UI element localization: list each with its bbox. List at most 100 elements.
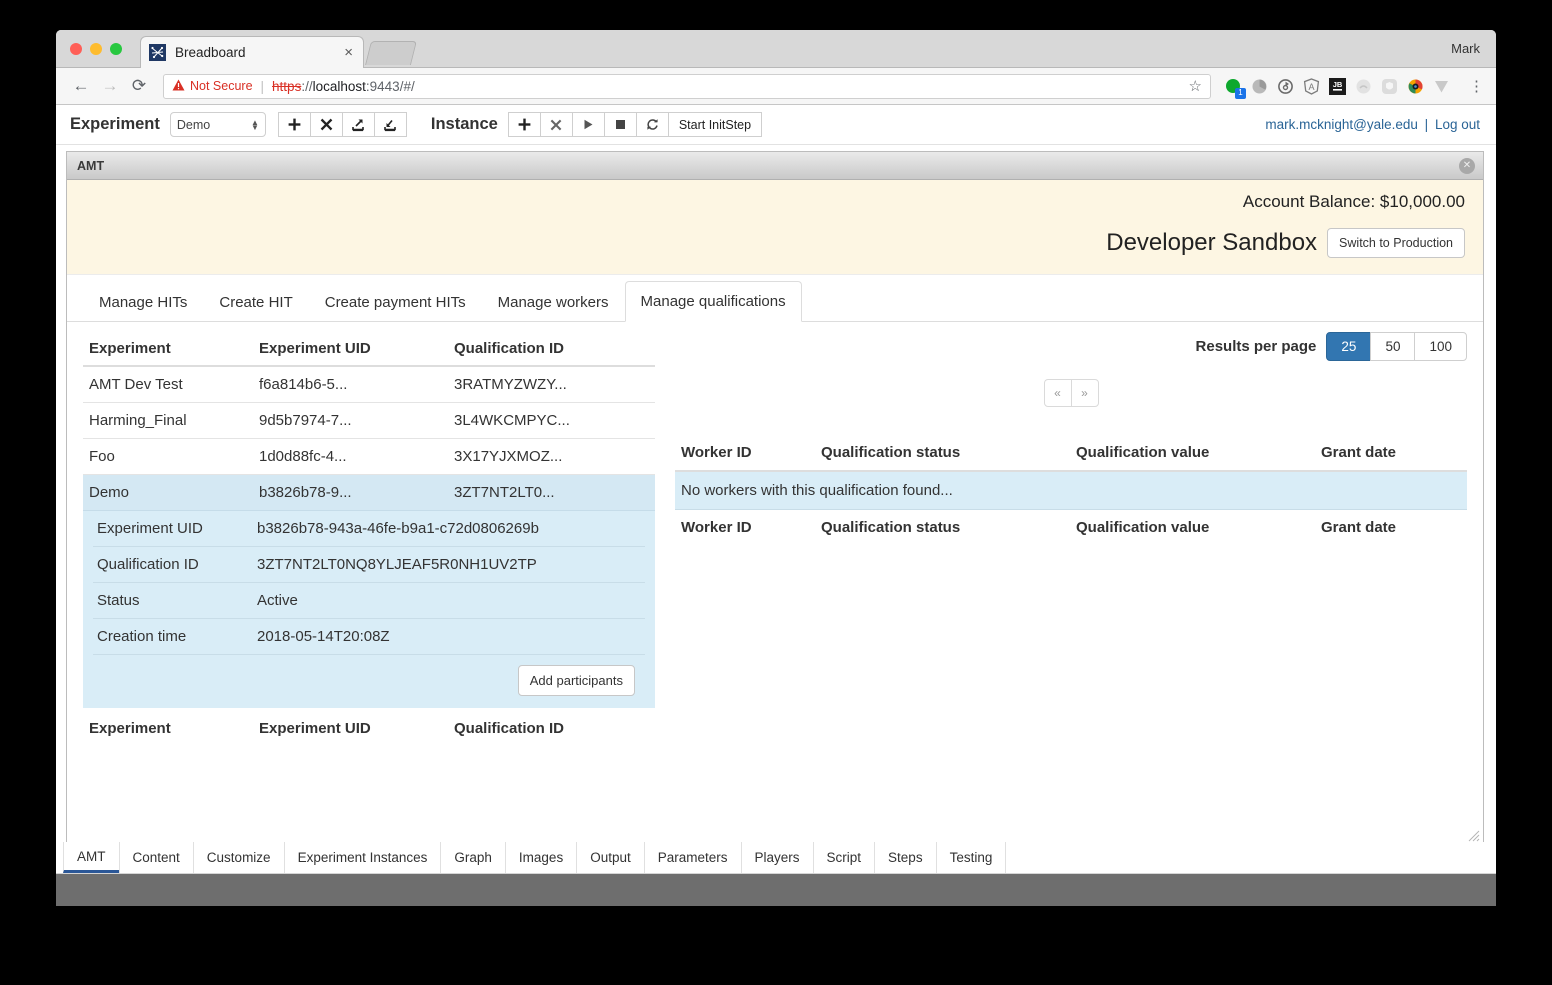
switch-to-production-button[interactable]: Switch to Production [1327, 228, 1465, 258]
play-instance-button[interactable] [571, 112, 605, 137]
url-path: /#/ [399, 78, 415, 94]
sync-extension-icon[interactable] [1277, 78, 1294, 95]
adblock-extension-icon[interactable]: 1 [1225, 78, 1246, 99]
url-scheme: https [272, 78, 302, 94]
bottom-tab-amt[interactable]: AMT [63, 842, 120, 873]
address-bar[interactable]: Not Secure | https://localhost:9443/#/ ☆ [163, 73, 1211, 99]
disabled-extension-icon[interactable] [1355, 78, 1372, 95]
bottom-tab-steps[interactable]: Steps [874, 842, 937, 873]
previous-page-button[interactable]: « [1043, 379, 1072, 407]
table-header-row: Experiment Experiment UID Qualification … [83, 332, 655, 367]
table-row[interactable]: Foo 1d0d88fc-4... 3X17YJXMOZ... [83, 438, 655, 475]
qualifications-table-footer: Experiment Experiment UID Qualification … [83, 708, 655, 743]
maximize-window-button[interactable] [110, 43, 122, 55]
account-separator: | [1424, 117, 1429, 132]
experiment-select[interactable]: Demo ▲ ▼ [169, 112, 266, 137]
window-controls [70, 43, 122, 55]
footer-col-experiment: Experiment [89, 720, 171, 737]
profile-name-label[interactable]: Mark [1451, 41, 1480, 56]
results-per-page-row: Results per page 25 50 100 [675, 332, 1467, 361]
detail-value-qualification-id: 3ZT7NT2LT0NQ8YLJEAF5R0NH1UV2TP [253, 546, 645, 583]
results-per-page-100[interactable]: 100 [1414, 332, 1467, 361]
detail-row: Experiment UID b3826b78-943a-46fe-b9a1-c… [93, 511, 645, 547]
new-tab-button[interactable] [365, 41, 417, 65]
qualifications-table: Experiment Experiment UID Qualification … [83, 332, 655, 511]
detail-value-creation-time: 2018-05-14T20:08Z [253, 618, 645, 655]
bottom-tab-output[interactable]: Output [576, 842, 645, 873]
footer-col-worker-id: Worker ID [675, 509, 815, 545]
browser-window: Breadboard × Mark ← → ⟳ Not Secure | htt… [56, 30, 1496, 906]
back-icon[interactable]: ← [68, 73, 94, 99]
footer-col-qualification-status: Qualification status [815, 509, 1070, 545]
bottom-tab-images[interactable]: Images [504, 842, 578, 873]
bottom-tab-players[interactable]: Players [740, 842, 814, 873]
cell-experiment: Demo [83, 474, 253, 511]
bottom-tab-customize[interactable]: Customize [192, 842, 285, 873]
experiment-action-buttons [277, 112, 407, 137]
add-participants-button[interactable]: Add participants [517, 665, 635, 696]
next-page-button[interactable]: » [1070, 379, 1099, 407]
tab-create-payment-hits[interactable]: Create payment HITs [309, 282, 482, 322]
add-instance-button[interactable] [507, 112, 541, 137]
cell-experiment: Harming_Final [83, 402, 253, 439]
colorwheel-extension-icon[interactable] [1407, 78, 1424, 95]
tab-create-hit[interactable]: Create HIT [203, 282, 308, 322]
svg-text:A: A [1308, 82, 1314, 92]
close-window-button[interactable] [70, 43, 82, 55]
amt-panel-body: Experiment Experiment UID Qualification … [67, 322, 1483, 743]
col-qualification-status: Qualification status [815, 435, 1070, 472]
close-icon[interactable]: ✕ [1459, 158, 1475, 174]
delete-instance-button[interactable] [539, 112, 573, 137]
table-row-selected[interactable]: Demo b3826b78-9... 3ZT7NT2LT0... [83, 474, 655, 511]
results-per-page-25[interactable]: 25 [1326, 332, 1372, 361]
stop-instance-button[interactable] [603, 112, 637, 137]
reload-icon[interactable]: ⟳ [126, 73, 152, 99]
not-secure-label: Not Secure [190, 79, 253, 93]
bottom-tab-content[interactable]: Content [118, 842, 194, 873]
cell-experiment-uid: b3826b78-9... [253, 474, 448, 511]
v-extension-icon[interactable] [1433, 78, 1450, 95]
shield-extension-icon[interactable] [1381, 78, 1398, 95]
amt-panel-header: AMT ✕ [67, 152, 1483, 180]
empty-state-row: No workers with this qualification found… [675, 471, 1467, 510]
tab-manage-hits[interactable]: Manage HITs [83, 282, 203, 322]
pagination: « » [675, 379, 1467, 407]
add-experiment-button[interactable] [277, 112, 311, 137]
bottom-tab-graph[interactable]: Graph [440, 842, 506, 873]
tab-close-icon[interactable]: × [342, 45, 355, 60]
pie-chart-extension-icon[interactable] [1251, 78, 1268, 95]
browser-menu-icon[interactable]: ⋮ [1469, 79, 1484, 94]
browser-tab-strip: Breadboard × Mark [56, 30, 1496, 68]
footer-col-grant-date: Grant date [1315, 509, 1467, 545]
experiment-toolbar: Experiment Demo ▲ ▼ Instance Start InitS… [56, 105, 1496, 145]
bottom-tab-parameters[interactable]: Parameters [643, 842, 742, 873]
detail-row: Status Active [93, 582, 645, 619]
forward-icon: → [101, 76, 119, 95]
minimize-window-button[interactable] [90, 43, 102, 55]
user-email-link[interactable]: mark.mcknight@yale.edu [1265, 117, 1418, 132]
table-row[interactable]: AMT Dev Test f6a814b6-5... 3RATMYZWZY... [83, 366, 655, 403]
delete-experiment-button[interactable] [309, 112, 343, 137]
table-header-row: Worker ID Qualification status Qualifica… [675, 435, 1467, 472]
import-experiment-button[interactable] [341, 112, 375, 137]
resize-grip-handle[interactable] [1466, 828, 1480, 842]
bottom-tab-testing[interactable]: Testing [935, 842, 1007, 873]
jetbrains-extension-icon[interactable]: JB [1329, 77, 1346, 95]
results-per-page-50[interactable]: 50 [1370, 332, 1416, 361]
start-initstep-button[interactable]: Start InitStep [667, 112, 763, 137]
col-grant-date: Grant date [1315, 435, 1467, 472]
bottom-tab-experiment-instances[interactable]: Experiment Instances [283, 842, 442, 873]
angular-extension-icon[interactable]: A [1303, 77, 1320, 95]
browser-tab[interactable]: Breadboard × [140, 36, 364, 68]
workers-table: Worker ID Qualification status Qualifica… [675, 435, 1467, 545]
browser-tab-title: Breadboard [175, 45, 246, 60]
logout-link[interactable]: Log out [1435, 117, 1480, 132]
tab-manage-workers[interactable]: Manage workers [482, 282, 625, 322]
bookmark-star-icon[interactable]: ☆ [1189, 77, 1202, 95]
export-experiment-button[interactable] [373, 112, 407, 137]
tab-manage-qualifications[interactable]: Manage qualifications [624, 281, 802, 322]
bottom-tab-script[interactable]: Script [812, 842, 876, 873]
refresh-instance-button[interactable] [635, 112, 669, 137]
not-secure-warning-icon [172, 79, 185, 93]
table-row[interactable]: Harming_Final 9d5b7974-7... 3L4WKCMPYC..… [83, 402, 655, 439]
